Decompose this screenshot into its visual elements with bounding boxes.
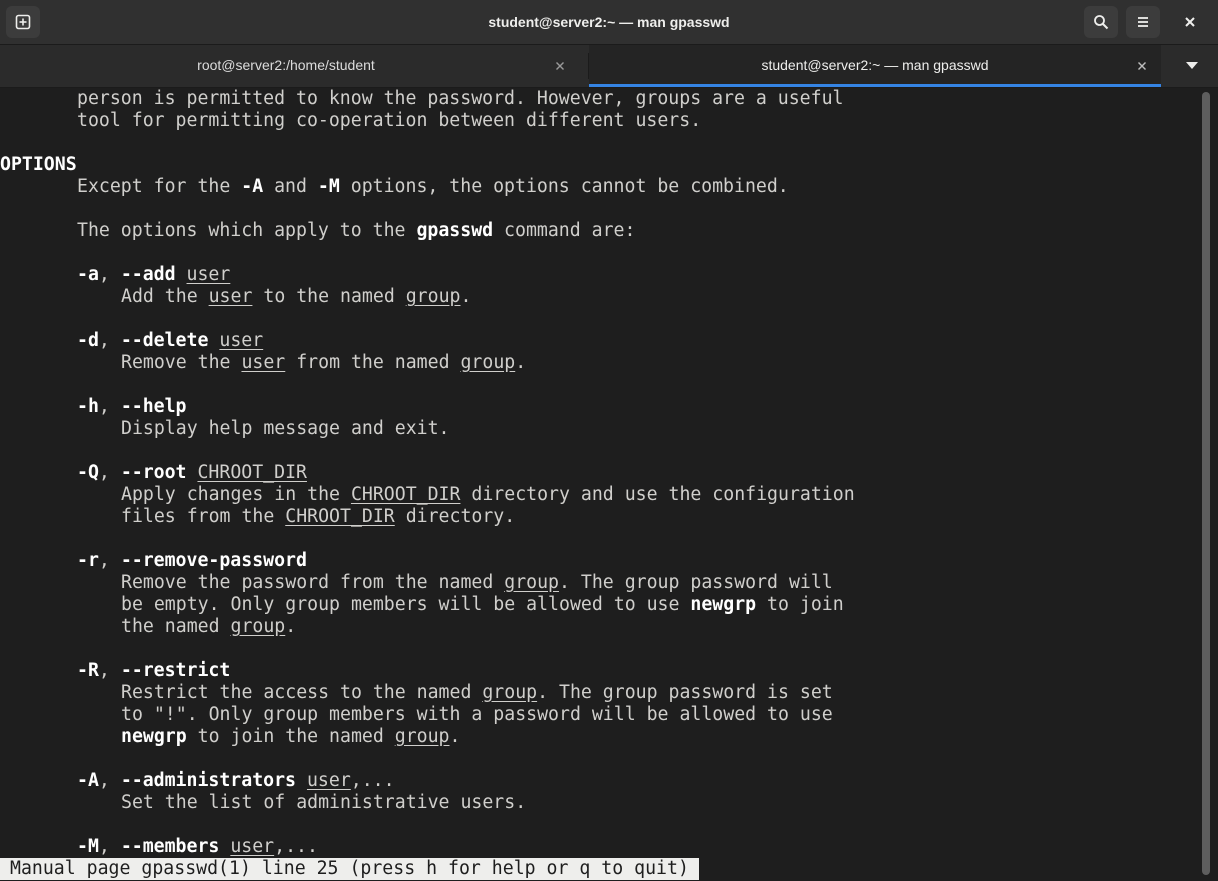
option-description: Restrict the access to the named group. … bbox=[121, 682, 833, 703]
man-text-line: person is permitted to know the password… bbox=[77, 88, 844, 109]
option-header: -h, --help bbox=[77, 396, 187, 417]
tab-label: root@server2:/home/student bbox=[197, 57, 375, 73]
option-header: -Q, --root CHROOT_DIR bbox=[77, 462, 307, 483]
hamburger-menu-icon bbox=[1138, 17, 1148, 27]
option-description: the named group. bbox=[121, 616, 297, 637]
active-tab-indicator bbox=[589, 84, 1161, 87]
tab-bar: root@server2:/home/student student@serve… bbox=[0, 45, 1218, 88]
new-tab-button[interactable] bbox=[6, 6, 40, 38]
scrollbar-thumb[interactable] bbox=[1202, 92, 1210, 875]
option-header: -d, --delete user bbox=[77, 330, 264, 351]
option-description: Apply changes in the CHROOT_DIR director… bbox=[121, 484, 855, 505]
header-bar: student@server2:~ — man gpasswd bbox=[0, 0, 1218, 45]
search-button[interactable] bbox=[1084, 6, 1118, 38]
man-text-line: Except for the -A and -M options, the op… bbox=[77, 176, 789, 197]
option-header: -M, --members user,... bbox=[77, 836, 318, 857]
option-description: files from the CHROOT_DIR directory. bbox=[121, 506, 516, 527]
chevron-down-icon bbox=[1186, 62, 1198, 69]
option-description: Set the list of administrative users. bbox=[121, 792, 527, 813]
man-text-line: tool for permitting co-operation between… bbox=[77, 110, 702, 131]
option-header: -a, --add user bbox=[77, 264, 231, 285]
option-description: be empty. Only group members will be all… bbox=[121, 594, 844, 615]
search-icon bbox=[1094, 15, 1109, 30]
man-text-line: The options which apply to the gpasswd c… bbox=[77, 220, 636, 241]
tab-close-button[interactable] bbox=[550, 56, 570, 76]
close-icon bbox=[1138, 62, 1146, 70]
option-header: -R, --restrict bbox=[77, 660, 231, 681]
option-description: Remove the user from the named group. bbox=[121, 352, 527, 373]
window-close-button[interactable] bbox=[1174, 6, 1206, 38]
option-description: Display help message and exit. bbox=[121, 418, 450, 439]
terminal-scrollbar[interactable] bbox=[1200, 88, 1218, 881]
window-title: student@server2:~ — man gpasswd bbox=[488, 14, 730, 30]
option-description: Add the user to the named group. bbox=[121, 286, 472, 307]
tab-root-server2[interactable]: root@server2:/home/student bbox=[0, 45, 588, 87]
option-header: -A, --administrators user,... bbox=[77, 770, 395, 791]
section-heading: OPTIONS bbox=[0, 154, 77, 175]
option-header: -r, --remove-password bbox=[77, 550, 307, 571]
option-description: newgrp to join the named group. bbox=[121, 726, 461, 747]
tab-label: student@server2:~ — man gpasswd bbox=[761, 57, 989, 73]
terminal-window: student@server2:~ — man gpasswd root@ser… bbox=[0, 0, 1218, 881]
close-icon bbox=[1185, 17, 1195, 27]
tab-close-button[interactable] bbox=[1132, 56, 1152, 76]
tab-man-gpasswd[interactable]: student@server2:~ — man gpasswd bbox=[589, 45, 1161, 87]
option-description: to "!". Only group members with a passwo… bbox=[121, 704, 833, 725]
close-icon bbox=[556, 62, 564, 70]
main-menu-button[interactable] bbox=[1126, 6, 1160, 38]
pager-status-line: Manual page gpasswd(1) line 25 (press h … bbox=[0, 858, 699, 880]
option-description: Remove the password from the named group… bbox=[121, 572, 833, 593]
new-tab-icon bbox=[15, 14, 31, 30]
terminal-view[interactable]: person is permitted to know the password… bbox=[0, 88, 1200, 881]
tabs-dropdown-button[interactable] bbox=[1172, 45, 1212, 87]
